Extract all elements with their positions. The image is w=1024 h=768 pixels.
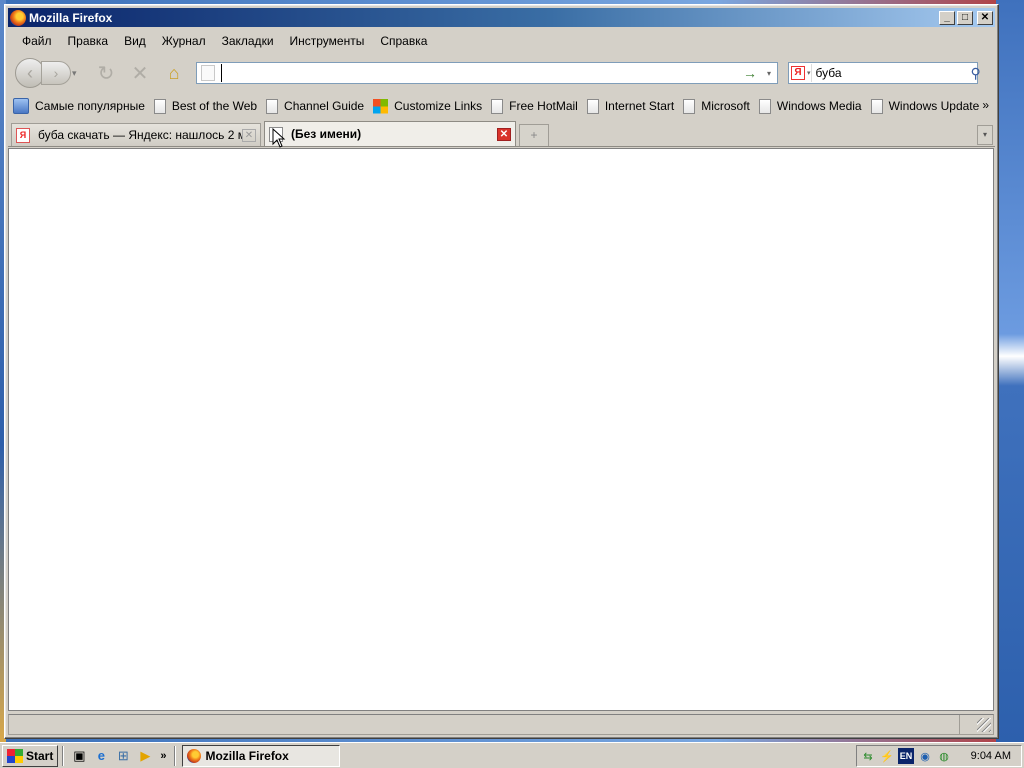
yandex-logo-icon: Я: [791, 66, 805, 80]
task-button-firefox[interactable]: Mozilla Firefox: [182, 744, 341, 767]
quick-launch-overflow-icon[interactable]: »: [160, 750, 166, 762]
close-button[interactable]: ✕: [977, 10, 993, 25]
start-button[interactable]: Start: [2, 744, 59, 767]
page-icon: [266, 98, 279, 114]
menu-edit[interactable]: Правка: [60, 32, 117, 50]
search-bar[interactable]: Я ▾ ⚲: [788, 62, 981, 84]
resize-grip-icon[interactable]: [977, 717, 991, 732]
taskbar-separator: [174, 745, 177, 766]
menu-view[interactable]: Вид: [116, 32, 154, 50]
tab-yandex-search[interactable]: Я буба скачать — Яндекс: нашлось 2 м... …: [11, 123, 261, 146]
desktop-background-right: [996, 0, 1024, 742]
bookmark-windows-media[interactable]: Windows Media: [758, 98, 862, 114]
menu-file[interactable]: Файл: [14, 32, 60, 50]
globe-tray-icon[interactable]: ◉: [917, 748, 933, 764]
network-tray-icon[interactable]: ⇆: [860, 748, 876, 764]
power-tray-icon[interactable]: ⚡: [879, 748, 895, 764]
tab-list-dropdown-icon[interactable]: ▾: [977, 125, 993, 145]
menu-bookmarks[interactable]: Закладки: [214, 32, 282, 50]
url-input[interactable]: [221, 64, 739, 82]
tab-close-icon[interactable]: ✕: [497, 127, 511, 141]
windows-flag-icon: [7, 748, 23, 763]
stop-icon[interactable]: ✕: [128, 61, 152, 85]
torrent-tray-icon[interactable]: ◍: [936, 748, 952, 764]
windows-logo-icon: [373, 98, 389, 114]
page-icon: [491, 98, 504, 114]
page-favicon-icon: [201, 65, 215, 81]
menu-help[interactable]: Справка: [372, 32, 435, 50]
page-icon: [153, 98, 166, 114]
clock: 9:04 AM: [970, 750, 1011, 762]
bookmark-windows-update[interactable]: Windows Update: [870, 98, 979, 114]
bookmark-free-hotmail[interactable]: Free HotMail: [491, 98, 578, 114]
window-title: Mozilla Firefox: [29, 10, 113, 25]
search-input[interactable]: [811, 66, 971, 80]
system-tray: ⇆ ⚡ EN ◉ ◍ 9:04 AM: [856, 745, 1022, 767]
url-bar[interactable]: → ▾: [196, 62, 778, 84]
firefox-icon: [187, 748, 202, 763]
tab-untitled[interactable]: (Без имени) ✕: [264, 121, 516, 146]
language-indicator[interactable]: EN: [898, 748, 914, 764]
new-tab-button[interactable]: +: [519, 124, 549, 146]
title-bar[interactable]: Mozilla Firefox _ □ ✕: [8, 8, 995, 27]
search-engine-selector[interactable]: Я ▾: [791, 64, 812, 82]
bookmarks-toolbar: Самые популярные Best of the Web Channel…: [8, 94, 995, 118]
taskbar-separator: [62, 745, 65, 766]
engine-dropdown-icon: ▾: [807, 70, 811, 77]
page-icon: [758, 98, 771, 114]
status-bar: [8, 714, 994, 735]
bookmark-microsoft[interactable]: Microsoft: [683, 98, 750, 114]
menu-history[interactable]: Журнал: [154, 32, 214, 50]
navigation-toolbar: ‹ › ▾ ↻ ✕ ⌂ → ▾ Я ▾ ⚲: [8, 56, 995, 90]
history-dropdown-icon[interactable]: ▾: [72, 68, 84, 79]
tab-label: (Без имени): [291, 127, 362, 141]
network-icon[interactable]: ⊞: [114, 747, 132, 765]
page-icon: [586, 98, 599, 114]
page-content[interactable]: [8, 148, 994, 711]
media-player-icon[interactable]: ▶: [136, 747, 154, 765]
show-desktop-icon[interactable]: ▣: [70, 747, 88, 765]
bookmark-most-visited[interactable]: Самые популярные: [13, 98, 145, 114]
status-panel: [959, 715, 977, 734]
taskbar: Start ▣ e ⊞ ▶ » Mozilla Firefox ⇆ ⚡ EN ◉…: [0, 742, 1024, 768]
bookmarks-overflow-chevron-icon[interactable]: »: [982, 98, 989, 112]
minimize-button[interactable]: _: [939, 10, 955, 25]
page-icon: [683, 98, 696, 114]
menu-tools[interactable]: Инструменты: [282, 32, 373, 50]
bookmark-best-of-web[interactable]: Best of the Web: [153, 98, 257, 114]
forward-button[interactable]: ›: [41, 61, 71, 85]
firefox-icon[interactable]: [10, 9, 26, 26]
home-icon[interactable]: ⌂: [162, 61, 186, 85]
tab-label: буба скачать — Яндекс: нашлось 2 м...: [38, 128, 242, 142]
bookmark-customize-links[interactable]: Customize Links: [373, 98, 482, 114]
maximize-button[interactable]: □: [957, 10, 973, 25]
bookmark-channel-guide[interactable]: Channel Guide: [266, 98, 364, 114]
firefox-window: Mozilla Firefox _ □ ✕ Файл Правка Вид Жу…: [4, 4, 999, 739]
yandex-favicon-icon: Я: [16, 127, 30, 143]
menu-bar: Файл Правка Вид Журнал Закладки Инструме…: [8, 31, 995, 51]
tab-close-icon[interactable]: ✕: [242, 128, 256, 142]
go-arrow-icon[interactable]: →: [739, 65, 761, 81]
reload-icon[interactable]: ↻: [94, 61, 118, 85]
bookmark-internet-start[interactable]: Internet Start: [586, 98, 674, 114]
tab-strip: Я буба скачать — Яндекс: нашлось 2 м... …: [8, 121, 995, 147]
page-icon: [870, 98, 883, 114]
magnifier-icon[interactable]: ⚲: [971, 65, 981, 82]
ie-icon[interactable]: e: [92, 747, 110, 765]
url-dropdown-icon[interactable]: ▾: [761, 69, 777, 78]
smart-folder-icon: [13, 98, 29, 114]
